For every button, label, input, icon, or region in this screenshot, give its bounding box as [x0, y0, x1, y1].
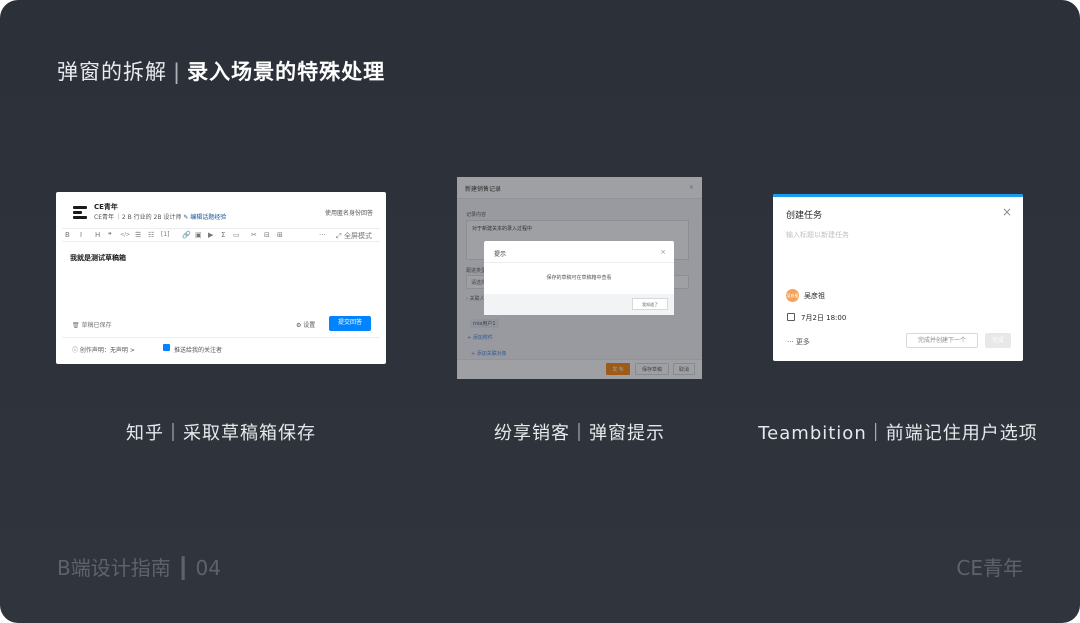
caption-fenxiang: 纷享销客｜弹窗提示 — [494, 423, 665, 444]
close-icon[interactable]: × — [1002, 205, 1012, 219]
anonymous-answer-link[interactable]: 使用匿名身份回答 — [325, 208, 373, 217]
folder-icon[interactable]: ⊟ — [264, 231, 270, 239]
video-icon[interactable]: ▶ — [208, 231, 213, 239]
fenxiang-dialog-screenshot: 新建销售记录 × 记录内容 对于新建关本的录入过程中 跟进类型 请选择 › 关联… — [457, 177, 702, 379]
editor-body-text[interactable]: 我就是测试草稿箱 — [70, 253, 126, 263]
title-part1: 弹窗的拆解 — [57, 60, 167, 84]
submit-answer-button[interactable]: 提交回答 — [329, 316, 371, 331]
push-checkbox[interactable] — [163, 344, 170, 351]
got-it-button[interactable]: 我知道了 — [632, 298, 668, 310]
reference-icon[interactable]: [1] — [161, 231, 170, 238]
create-next-button[interactable]: 完成并创建下一个 — [906, 333, 978, 348]
avatar[interactable]: 吴彦祖 — [786, 289, 799, 302]
slide: 弹窗的拆解 | 录入场景的特殊处理 CE青年 CE青年 ｜2 B 行业的 2B 设计… — [0, 0, 1080, 623]
accent-bar — [773, 194, 1023, 197]
more-button[interactable]: ··· 更多 — [787, 337, 810, 347]
divider — [62, 337, 380, 338]
create-task-title: 创建任务 — [786, 211, 823, 221]
draft-saved-status: 🗑 草稿已保存 — [72, 322, 112, 329]
done-button[interactable]: 完成 — [985, 333, 1011, 348]
bold-icon[interactable]: B — [65, 231, 70, 239]
ordered-list-icon[interactable]: ☷ — [148, 231, 154, 239]
page-title: 弹窗的拆解 | 录入场景的特殊处理 — [57, 56, 385, 86]
modal-divider — [484, 262, 674, 263]
push-followers-label: 推送给我的关注者 — [174, 347, 223, 354]
title-part2: 录入场景的特殊处理 — [187, 60, 386, 84]
clear-format-icon[interactable]: ✂ — [251, 231, 257, 239]
list-icon[interactable]: ☰ — [135, 231, 141, 239]
image-icon[interactable]: ▣ — [195, 231, 202, 239]
link-icon[interactable]: 🔗 — [182, 231, 191, 239]
table-icon[interactable]: ⊞ — [277, 231, 283, 239]
tip-modal: 提示 × 保存的草稿可在草稿箱中查看 我知道了 — [484, 241, 674, 315]
fullscreen-button[interactable]: ⤢ 全屏模式 — [336, 231, 372, 241]
settings-button[interactable]: ⚙ 设置 — [296, 320, 315, 329]
code-icon[interactable]: </> — [120, 232, 130, 238]
more-icon[interactable]: ··· — [319, 231, 326, 239]
zhihu-user-desc: CE青年 ｜2 B 行业的 2B 设计师 ✎ 编辑话题经验 — [94, 214, 227, 221]
footer-guide: B端设计指南 ┃ 04 — [57, 556, 221, 580]
caption-teambition: Teambition｜前端记住用户选项 — [758, 423, 1038, 444]
teambition-task-screenshot: 创建任务 × 输入标题以新建任务 吴彦祖 吴彦祖 7月2日 18:00 ··· … — [773, 194, 1023, 361]
calendar-icon — [787, 313, 795, 321]
task-title-input[interactable]: 输入标题以新建任务 — [786, 230, 849, 240]
modal-message: 保存的草稿可在草稿箱中查看 — [546, 275, 612, 281]
editor-toolbar: B I H ❝ </> ☰ ☷ [1] 🔗 ▣ ▶ Σ ▭ ✂ ⊟ ⊞ ··· … — [62, 228, 380, 242]
divider-icon[interactable]: ▭ — [233, 231, 240, 239]
title-separator: | — [173, 60, 182, 84]
assignee-name[interactable]: 吴彦祖 — [804, 291, 825, 301]
footer-brand: CE青年 — [956, 556, 1023, 580]
caption-zhihu: 知乎｜采取草稿箱保存 — [126, 423, 316, 444]
zhihu-editor-screenshot: CE青年 CE青年 ｜2 B 行业的 2B 设计师 ✎ 编辑话题经验 使用匿名身… — [56, 192, 386, 364]
creation-declaration[interactable]: ⓘ 创作声明：无声明 > — [72, 345, 135, 354]
modal-close-icon[interactable]: × — [660, 248, 666, 256]
ce-logo-icon — [73, 206, 87, 219]
edit-topic-link[interactable]: ✎ 编辑话题经验 — [183, 214, 226, 221]
quote-icon[interactable]: ❝ — [108, 231, 112, 239]
zhihu-user-name: CE青年 — [94, 203, 118, 211]
heading-icon[interactable]: H — [95, 231, 100, 239]
italic-icon[interactable]: I — [80, 231, 82, 239]
formula-icon[interactable]: Σ — [221, 231, 225, 239]
modal-title: 提示 — [494, 251, 507, 258]
due-date[interactable]: 7月2日 18:00 — [801, 313, 846, 323]
